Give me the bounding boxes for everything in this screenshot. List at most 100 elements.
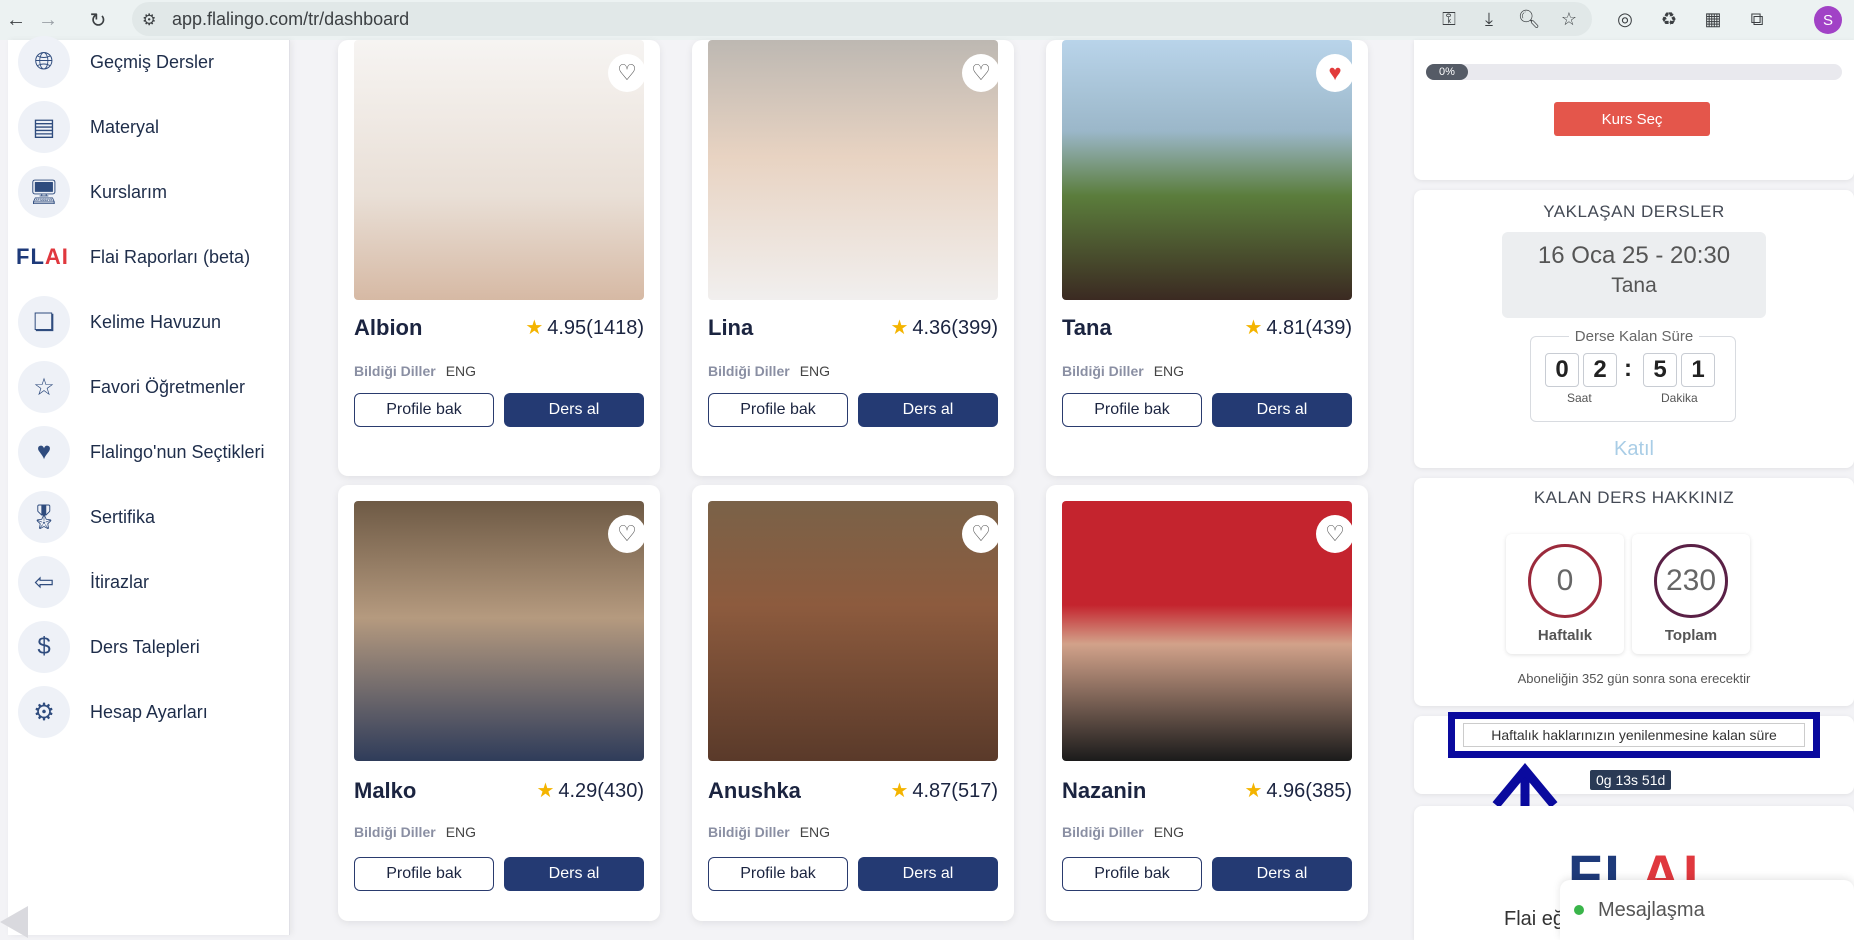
- sidebar-item-account-settings[interactable]: ⚙ Hesap Ayarları: [18, 682, 288, 742]
- sidebar-item-label: İtirazlar: [90, 571, 150, 592]
- star-icon: ★: [890, 780, 909, 802]
- profile-button[interactable]: Profile bak: [1062, 393, 1202, 427]
- countdown-digit: 1: [1681, 353, 1715, 387]
- renewal-time: 0g 13s 51d: [1590, 770, 1672, 790]
- total-credits: 230 Toplam: [1632, 534, 1750, 654]
- select-course-button[interactable]: Kurs Seç: [1554, 102, 1710, 136]
- sidebar-item-objections[interactable]: ⇦ İtirazlar: [18, 552, 288, 612]
- gear-icon: ⚙: [18, 686, 70, 738]
- profile-button[interactable]: Profile bak: [354, 393, 494, 427]
- sidebar-item-label: Kurslarım: [90, 181, 168, 202]
- bookmark-star-icon[interactable]: ☆: [1556, 6, 1582, 32]
- book-lesson-button[interactable]: Ders al: [1212, 857, 1352, 891]
- countdown-digit: 0: [1545, 353, 1579, 387]
- install-app-icon[interactable]: ⤓: [1476, 6, 1502, 32]
- extension-chrome-icon[interactable]: ◎: [1610, 4, 1640, 34]
- flai-logo-icon: FLAI: [16, 244, 69, 269]
- renewal-card: Haftalık haklarınızın yenilenmesine kala…: [1414, 712, 1854, 794]
- sidebar-item-label: Hesap Ayarları: [90, 701, 208, 722]
- countdown-digit: 2: [1583, 353, 1617, 387]
- extension-recycle-icon[interactable]: ♻: [1654, 4, 1684, 34]
- upcoming-lessons-card: YAKLAŞAN DERSLER 16 Oca 25 - 20:30 Tana …: [1414, 190, 1854, 468]
- profile-button[interactable]: Profile bak: [708, 393, 848, 427]
- password-key-icon[interactable]: ⚿: [1436, 6, 1462, 32]
- heart-filled-icon[interactable]: ♥: [1316, 54, 1354, 92]
- teacher-rating: ★ 4.29(430): [536, 780, 644, 802]
- profile-button[interactable]: Profile bak: [354, 857, 494, 891]
- countdown-separator: :: [1624, 355, 1632, 382]
- sidebar-item-past-lessons[interactable]: 🌐︎ Geçmiş Dersler: [18, 32, 288, 92]
- heart-icon[interactable]: ♡: [608, 54, 646, 92]
- teacher-languages: Bildiği Diller ENG: [708, 363, 831, 379]
- book-lesson-button[interactable]: Ders al: [504, 857, 644, 891]
- sidebar-item-lesson-requests[interactable]: $ Ders Talepleri: [18, 617, 288, 677]
- renewal-label: Haftalık haklarınızın yenilenmesine kala…: [1463, 723, 1805, 747]
- book-lesson-button[interactable]: Ders al: [504, 393, 644, 427]
- join-lesson-button[interactable]: Katıl: [1414, 438, 1854, 461]
- sidebar-item-label: Ders Talepleri: [90, 636, 200, 657]
- sidebar-item-flai-reports[interactable]: FLAI Flai Raporları (beta): [16, 227, 286, 287]
- teacher-photo[interactable]: [708, 40, 998, 300]
- teacher-photo[interactable]: [708, 501, 998, 761]
- messaging-widget[interactable]: Mesajlaşma: [1560, 880, 1854, 940]
- book-lesson-button[interactable]: Ders al: [858, 393, 998, 427]
- hours-unit-label: Saat: [1567, 391, 1592, 405]
- teacher-photo[interactable]: [1062, 40, 1352, 300]
- sidebar-item-certificate[interactable]: 🎖︎ Sertifika: [18, 487, 288, 547]
- teacher-photo[interactable]: [354, 40, 644, 300]
- address-bar[interactable]: ⚙ app.flalingo.com/tr/dashboard ⚿ ⤓ 🔍︎ ☆: [132, 2, 1592, 36]
- star-icon: ★: [525, 317, 544, 339]
- course-progress-bar: 0%: [1426, 64, 1842, 80]
- teacher-languages: Bildiği Diller ENG: [1062, 363, 1185, 379]
- sidebar: 🌐︎ Geçmiş Dersler ▤ Materyal 🖥︎ Kursları…: [8, 36, 290, 935]
- teacher-card: ♡ Lina ★ 4.36(399) Bildiği Diller ENG Prof…: [692, 40, 1014, 476]
- sidebar-item-favorite-teachers[interactable]: ☆ Favori Öğretmenler: [18, 357, 288, 417]
- profile-avatar[interactable]: S: [1814, 6, 1842, 34]
- star-bookmark-icon: ☆: [18, 361, 70, 413]
- sidebar-item-material[interactable]: ▤ Materyal: [18, 97, 288, 157]
- sidebar-item-courses[interactable]: 🖥︎ Kurslarım: [18, 162, 288, 222]
- profile-button[interactable]: Profile bak: [1062, 857, 1202, 891]
- flai-promo-text: Flai eğ: [1504, 908, 1565, 930]
- zoom-icon[interactable]: 🔍︎: [1516, 6, 1542, 32]
- extensions-puzzle-icon[interactable]: ⧉: [1742, 4, 1772, 34]
- sidebar-item-vocabulary[interactable]: ❏ Kelime Havuzun: [18, 292, 288, 352]
- book-lesson-button[interactable]: Ders al: [858, 857, 998, 891]
- objection-icon: ⇦: [18, 556, 70, 608]
- course-card: 0% Kurs Seç: [1414, 40, 1854, 180]
- sidebar-item-label: Flai Raporları (beta): [90, 246, 251, 267]
- heart-icon[interactable]: ♡: [608, 515, 646, 553]
- extension-qr-icon[interactable]: ▦: [1698, 4, 1728, 34]
- sidebar-item-label: Geçmiş Dersler: [90, 51, 215, 72]
- teacher-card: ♡ Malko ★ 4.29(430) Bildiği Diller ENG Pro…: [338, 485, 660, 921]
- teacher-rating: ★ 4.81(439): [1244, 317, 1352, 339]
- weekly-credits-value: 0: [1528, 544, 1602, 618]
- renewal-highlight-box: Haftalık haklarınızın yenilenmesine kala…: [1448, 712, 1820, 758]
- teacher-photo[interactable]: [1062, 501, 1352, 761]
- teacher-rating: ★ 4.96(385): [1244, 780, 1352, 802]
- teacher-name: Anushka: [708, 778, 801, 803]
- request-icon: $: [18, 621, 70, 673]
- remaining-credits-card: KALAN DERS HAKKINIZ 0 Haftalık 230 Topla…: [1414, 478, 1854, 706]
- site-info-icon[interactable]: ⚙: [142, 10, 156, 30]
- weekly-credits: 0 Haftalık: [1506, 534, 1624, 654]
- heart-icon[interactable]: ♡: [962, 54, 1000, 92]
- teacher-photo[interactable]: [354, 501, 644, 761]
- messaging-label: Mesajlaşma: [1598, 898, 1705, 921]
- online-status-icon: [1574, 905, 1584, 915]
- minutes-unit-label: Dakika: [1661, 391, 1698, 405]
- globe-icon: 🌐︎: [18, 36, 70, 88]
- progress-label: 0%: [1426, 64, 1468, 80]
- star-icon: ★: [890, 317, 909, 339]
- heart-icon[interactable]: ♡: [962, 515, 1000, 553]
- sidebar-item-label: Sertifika: [90, 506, 156, 527]
- sidebar-collapse-icon[interactable]: [0, 906, 28, 938]
- book-lesson-button[interactable]: Ders al: [1212, 393, 1352, 427]
- url-text[interactable]: app.flalingo.com/tr/dashboard: [172, 9, 409, 30]
- teacher-card: ♡ Albion ★ 4.95(1418) Bildiği Diller ENG P…: [338, 40, 660, 476]
- sidebar-item-flalingo-picks[interactable]: ♥ Flalingo'nun Seçtikleri: [18, 422, 288, 482]
- teacher-name: Albion: [354, 315, 423, 340]
- profile-button[interactable]: Profile bak: [708, 857, 848, 891]
- heart-icon[interactable]: ♡: [1316, 515, 1354, 553]
- lesson-teacher: Tana: [1611, 274, 1657, 297]
